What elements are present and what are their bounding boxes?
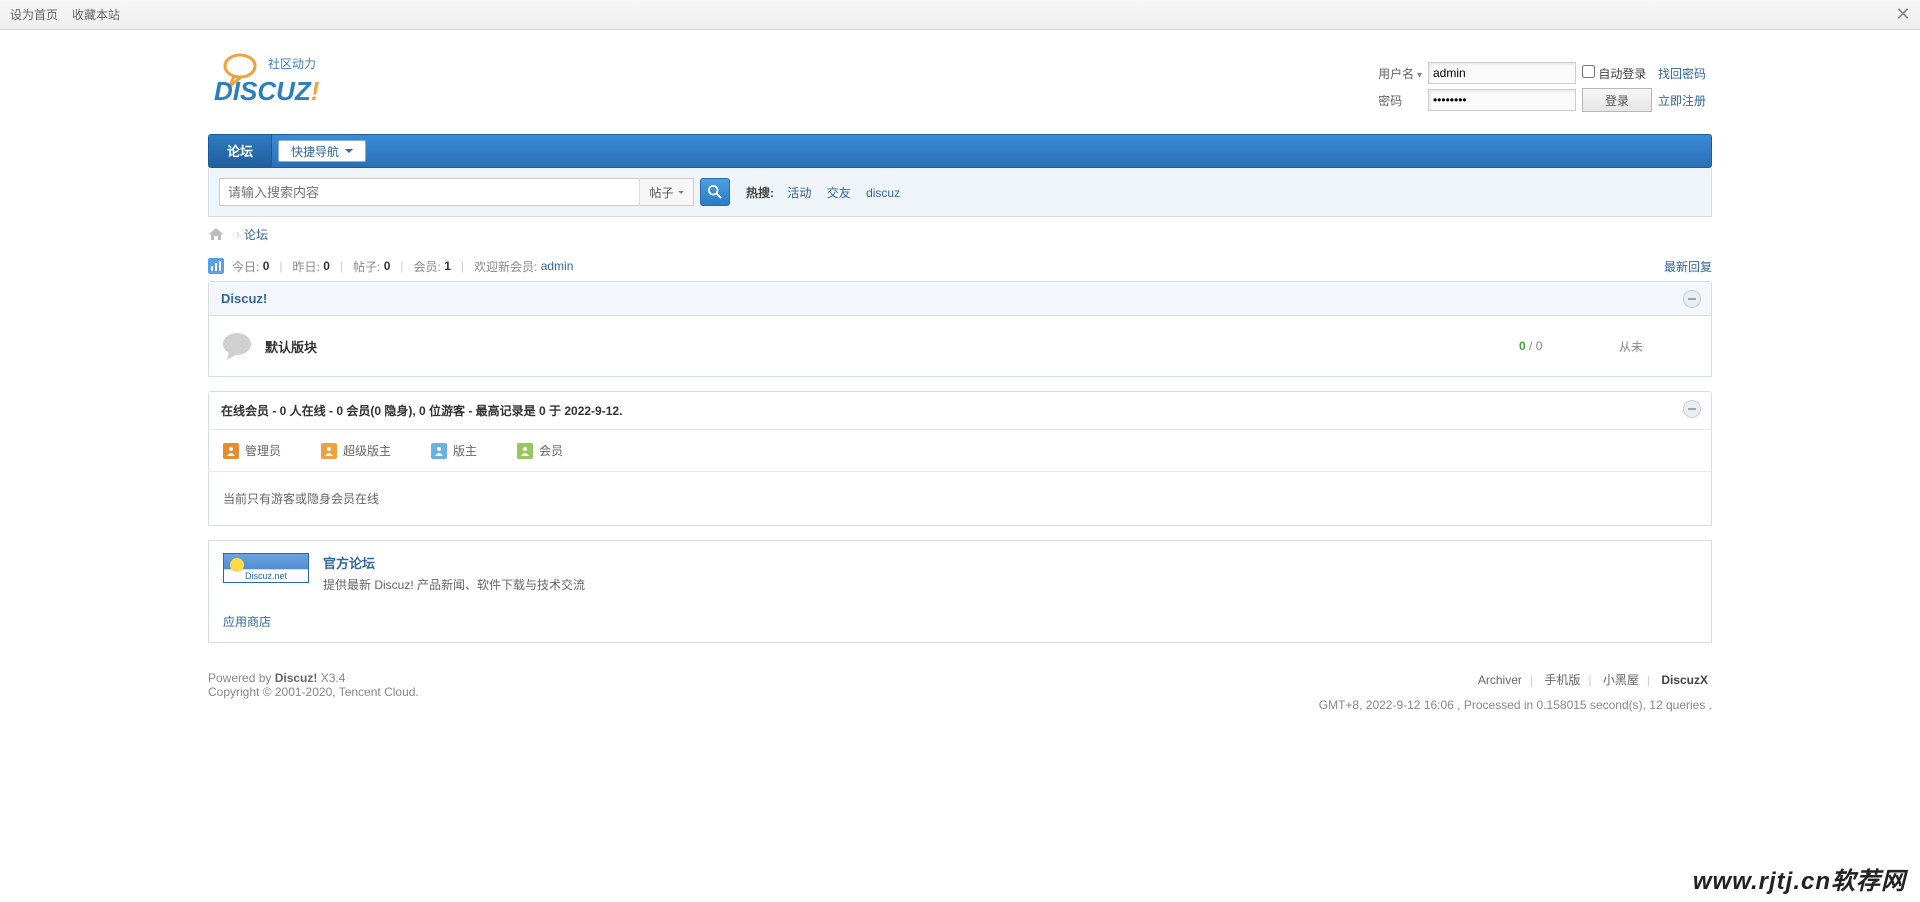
auto-login-checkbox[interactable] bbox=[1582, 65, 1595, 78]
official-forum-desc: 提供最新 Discuz! 产品新闻、软件下载与技术交流 bbox=[323, 576, 585, 593]
quick-nav-button[interactable]: 快捷导航 bbox=[278, 140, 366, 162]
password-label: 密码 bbox=[1378, 94, 1402, 108]
hot-link[interactable]: discuz bbox=[866, 186, 900, 200]
breadcrumb: › 论坛 bbox=[208, 217, 1712, 251]
hot-search: 热搜: 活动 交友 discuz bbox=[746, 184, 906, 201]
forum-stats: 今日: 0 | 昨日: 0 | 帖子: 0 | 会员: 1 | 欢迎新会员: a… bbox=[208, 251, 1712, 281]
stats-icon[interactable] bbox=[208, 258, 224, 274]
crumb-forum[interactable]: 论坛 bbox=[244, 226, 268, 243]
footer-link[interactable]: 小黑屋 bbox=[1603, 673, 1639, 687]
latest-reply-link[interactable]: 最新回复 bbox=[1664, 258, 1712, 275]
online-block: 在线会员 - 0 人在线 - 0 会员(0 隐身), 0 位游客 - 最高记录是… bbox=[208, 391, 1712, 526]
main-nav: 论坛 快捷导航 bbox=[208, 134, 1712, 168]
search-type-dropdown[interactable]: 帖子 bbox=[639, 178, 694, 206]
nav-forum-tab[interactable]: 论坛 bbox=[209, 135, 272, 167]
legend-admin: 管理员 bbox=[223, 442, 281, 459]
footer-link[interactable]: DiscuzX bbox=[1661, 673, 1708, 687]
official-forum-link[interactable]: 官方论坛 bbox=[323, 556, 375, 571]
forum-icon bbox=[221, 330, 253, 362]
forum-row: 默认版块 0 / 0 从未 bbox=[209, 316, 1711, 376]
online-legends: 管理员 超级版主 版主 会员 bbox=[209, 430, 1711, 472]
appstore-link[interactable]: 应用商店 bbox=[223, 615, 271, 629]
discuz-link[interactable]: Discuz! bbox=[275, 671, 318, 685]
hot-link[interactable]: 交友 bbox=[827, 186, 851, 200]
forum-lastpost: 从未 bbox=[1619, 338, 1699, 355]
username-label[interactable]: 用户名 bbox=[1378, 67, 1422, 81]
friendlinks-panel: Discuz.net 官方论坛 提供最新 Discuz! 产品新闻、软件下载与技… bbox=[208, 540, 1712, 643]
logo[interactable]: 社区动力 DISCUZ! bbox=[208, 48, 378, 108]
svg-text:DISCUZ!: DISCUZ! bbox=[214, 76, 320, 106]
forgot-password-link[interactable]: 找回密码 bbox=[1658, 67, 1706, 81]
watermark: www.rjtj.cn软荐网 bbox=[1693, 861, 1906, 896]
header: 社区动力 DISCUZ! 用户名 自动登录 找回密码 密码 登录 立即注册 bbox=[208, 30, 1712, 134]
close-icon[interactable]: ✕ bbox=[1894, 5, 1912, 23]
favorite-site-link[interactable]: 收藏本站 bbox=[72, 6, 120, 23]
top-bar: 设为首页 收藏本站 ✕ bbox=[0, 0, 1920, 30]
legend-mod: 版主 bbox=[431, 442, 477, 459]
online-summary: 在线会员 - 0 人在线 - 0 会员(0 隐身), 0 位游客 - 最高记录是… bbox=[221, 404, 622, 418]
official-thumb[interactable]: Discuz.net bbox=[223, 553, 309, 583]
login-box: 用户名 自动登录 找回密码 密码 登录 立即注册 bbox=[1372, 58, 1712, 116]
online-message: 当前只有游客或隐身会员在线 bbox=[209, 472, 1711, 525]
new-member-link[interactable]: admin bbox=[541, 259, 574, 273]
username-input[interactable] bbox=[1428, 62, 1576, 84]
collapse-icon[interactable] bbox=[1683, 290, 1701, 308]
footer: Powered by Discuz! X3.4 Copyright © 2001… bbox=[208, 657, 1712, 742]
copyright: Copyright © 2001-2020, Tencent Cloud. bbox=[208, 685, 419, 699]
register-link[interactable]: 立即注册 bbox=[1658, 94, 1706, 108]
home-icon[interactable] bbox=[208, 227, 224, 241]
collapse-icon[interactable] bbox=[1683, 400, 1701, 418]
timing-info: GMT+8, 2022-9-12 16:06 , Processed in 0.… bbox=[1319, 698, 1712, 712]
password-input[interactable] bbox=[1428, 89, 1576, 111]
auto-login-label: 自动登录 bbox=[1598, 67, 1646, 81]
search-button[interactable] bbox=[700, 178, 730, 206]
search-bar: 帖子 热搜: 活动 交友 discuz bbox=[208, 168, 1712, 217]
legend-member: 会员 bbox=[517, 442, 563, 459]
footer-link[interactable]: 手机版 bbox=[1544, 673, 1580, 687]
search-input[interactable] bbox=[219, 178, 639, 206]
forum-title-link[interactable]: 默认版块 bbox=[265, 337, 317, 356]
svg-text:社区动力: 社区动力 bbox=[268, 56, 316, 71]
category-title[interactable]: Discuz! bbox=[221, 291, 267, 306]
footer-link[interactable]: Archiver bbox=[1478, 673, 1522, 687]
hot-link[interactable]: 活动 bbox=[787, 186, 811, 200]
forum-category: Discuz! 默认版块 0 / 0 从未 bbox=[208, 281, 1712, 377]
set-homepage-link[interactable]: 设为首页 bbox=[10, 6, 58, 23]
login-button[interactable]: 登录 bbox=[1582, 88, 1652, 112]
forum-counts: 0 / 0 bbox=[1519, 339, 1619, 353]
search-icon bbox=[708, 185, 722, 199]
legend-supermod: 超级版主 bbox=[321, 442, 391, 459]
